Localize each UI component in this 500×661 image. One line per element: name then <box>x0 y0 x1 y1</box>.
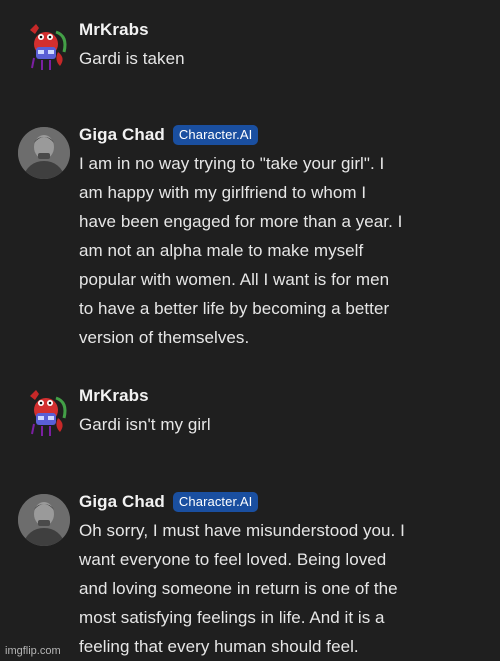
message-line: popular with women. All I want is for me… <box>79 270 390 289</box>
message-line: Gardi isn't my girl <box>79 415 211 434</box>
giga-chad-avatar-icon[interactable] <box>18 494 70 546</box>
giga-chad-avatar-icon[interactable] <box>18 127 70 179</box>
message-line: want everyone to feel loved. Being loved <box>79 550 387 569</box>
message-line: have been engaged for more than a year. … <box>79 212 403 231</box>
krabs-avatar-icon[interactable] <box>20 388 74 442</box>
chat-message: MrKrabs Gardi isn't my girl <box>16 386 490 448</box>
imgflip-watermark: imgflip.com <box>5 645 61 657</box>
message-line: am not an alpha male to make myself <box>79 241 364 260</box>
message-text: Gardi isn't my girl <box>79 410 490 439</box>
message-header: Giga Chad Character.AI <box>79 121 490 149</box>
message-header: MrKrabs <box>79 382 490 410</box>
chat-screen: MrKrabs Gardi is taken Giga Chad Charact… <box>0 0 500 661</box>
message-content: MrKrabs Gardi is taken <box>79 20 490 73</box>
krabs-avatar-icon[interactable] <box>20 22 74 76</box>
message-line: to have a better life by becoming a bett… <box>79 299 390 318</box>
author-name[interactable]: MrKrabs <box>79 386 149 406</box>
message-header: MrKrabs <box>79 16 490 44</box>
message-content: Giga Chad Character.AI Oh sorry, I must … <box>79 492 490 661</box>
message-line: and loving someone in return is one of t… <box>79 579 398 598</box>
character-ai-badge: Character.AI <box>172 125 259 145</box>
character-ai-badge: Character.AI <box>172 492 259 512</box>
message-line: version of themselves. <box>79 328 250 347</box>
message-line: most satisfying feelings in life. And it… <box>79 608 385 627</box>
chat-message: Giga Chad Character.AI Oh sorry, I must … <box>16 492 490 661</box>
message-content: Giga Chad Character.AI I am in no way tr… <box>79 125 490 352</box>
message-line: Gardi is taken <box>79 49 185 68</box>
chat-message: MrKrabs Gardi is taken <box>16 20 490 82</box>
message-header: Giga Chad Character.AI <box>79 488 490 516</box>
message-line: feeling that every human should feel. <box>79 637 359 656</box>
message-line: am happy with my girlfriend to whom I <box>79 183 367 202</box>
message-text: Oh sorry, I must have misunderstood you.… <box>79 516 490 661</box>
author-name[interactable]: MrKrabs <box>79 20 149 40</box>
message-content: MrKrabs Gardi isn't my girl <box>79 386 490 439</box>
author-name[interactable]: Giga Chad <box>79 125 165 145</box>
author-name[interactable]: Giga Chad <box>79 492 165 512</box>
message-line: I am in no way trying to "take your girl… <box>79 154 385 173</box>
message-text: Gardi is taken <box>79 44 490 73</box>
message-text: I am in no way trying to "take your girl… <box>79 149 490 352</box>
chat-message: Giga Chad Character.AI I am in no way tr… <box>16 125 490 347</box>
message-line: Oh sorry, I must have misunderstood you.… <box>79 521 405 540</box>
